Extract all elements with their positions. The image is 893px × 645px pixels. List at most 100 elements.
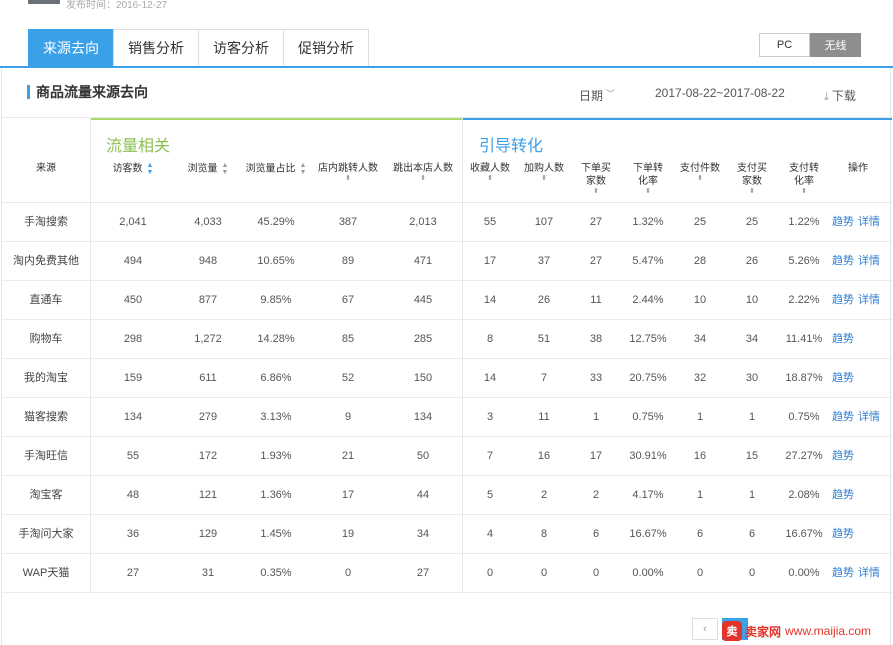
sort-icon[interactable]: ⬍ <box>384 175 462 183</box>
sort-icon[interactable]: ⬍ <box>726 188 778 196</box>
sort-icon[interactable]: ⬍ <box>674 175 726 183</box>
sort-icon[interactable]: ⬍ <box>778 188 830 196</box>
column-header-order-buyers[interactable]: 下单买家数 ⬍ <box>570 162 622 196</box>
column-header-ops: 操作 <box>830 162 886 175</box>
table-row: 手淘旺信 55 172 1.93% 21 50 7 16 17 30.91% 16 15 27.27% 趋… <box>2 437 892 476</box>
tab-visitors[interactable]: 访客分析 <box>198 29 284 66</box>
pv-share-cell: 9.85% <box>260 294 292 306</box>
sort-icon[interactable]: ▲ ▼ <box>145 162 154 176</box>
detail-link[interactable]: 详情 <box>858 567 880 579</box>
wireless-toggle-button[interactable]: 无线 <box>810 33 861 57</box>
pageviews-cell: 129 <box>198 528 218 540</box>
sort-icon[interactable]: ⬍ <box>622 188 674 196</box>
trend-link[interactable]: 趋势 <box>832 528 854 540</box>
paid-items-cell: 10 <box>693 294 707 306</box>
order-buyers-cell: 27 <box>589 216 603 228</box>
download-icon: ⤓ <box>824 91 829 103</box>
detail-link[interactable]: 详情 <box>858 216 880 228</box>
source-cell: 手淘旺信 <box>24 450 68 462</box>
pageviews-cell: 611 <box>199 372 217 384</box>
detail-link[interactable]: 详情 <box>858 411 880 423</box>
traffic-group-title: 流量相关 <box>106 138 171 155</box>
in-store-jump-cell: 85 <box>341 333 355 345</box>
column-header-favorites[interactable]: 收藏人数 ⬍ <box>462 162 518 183</box>
traffic-panel: 商品流量来源去向 日期 ﹀ 2017-08-22~2017-08-22 ⤓ 下载 … <box>1 68 892 645</box>
detail-link[interactable]: 详情 <box>858 294 880 306</box>
sort-icon[interactable]: ▲ ▼ <box>220 162 229 176</box>
exit-cell: 471 <box>413 255 433 267</box>
paid-buyers-cell: 30 <box>745 372 759 384</box>
date-dropdown[interactable]: 日期 <box>579 87 603 104</box>
pv-share-cell: 10.65% <box>257 255 295 267</box>
prev-page-button[interactable]: ‹ <box>692 618 718 640</box>
column-header-label: 来源 <box>36 163 56 174</box>
paid-items-cell: 34 <box>693 333 707 345</box>
column-header-exit[interactable]: 跳出本店人数 ⬍ <box>384 162 462 183</box>
exit-cell: 27 <box>416 567 430 579</box>
column-header-paid-buyers[interactable]: 支付买家数 ⬍ <box>726 162 778 196</box>
date-range[interactable]: 2017-08-22~2017-08-22 <box>655 86 785 100</box>
device-toggle: PC 无线 <box>759 33 861 57</box>
order-buyers-cell: 2 <box>592 489 600 501</box>
pageviews-cell: 121 <box>198 489 218 501</box>
in-store-jump-cell: 9 <box>344 411 352 423</box>
favorites-cell: 14 <box>483 294 497 306</box>
visitors-cell: 298 <box>123 333 143 345</box>
trend-link[interactable]: 趋势 <box>832 489 854 501</box>
table-row: 我的淘宝 159 611 6.86% 52 150 14 7 33 20.75% 32 30 18.87… <box>2 359 892 398</box>
source-cell: 猫客搜索 <box>24 411 68 423</box>
exit-cell: 150 <box>413 372 433 384</box>
order-conv-cell: 4.17% <box>632 489 664 501</box>
column-header-add-cart[interactable]: 加购人数 ⬍ <box>518 162 570 183</box>
tab-sales[interactable]: 销售分析 <box>113 29 199 66</box>
column-header-paid-items[interactable]: 支付件数 ⬍ <box>674 162 726 183</box>
paid-buyers-cell: 25 <box>745 216 759 228</box>
order-conv-cell: 5.47% <box>632 255 664 267</box>
paid-items-cell: 1 <box>696 489 704 501</box>
exit-cell: 445 <box>413 294 433 306</box>
trend-link[interactable]: 趋势 <box>832 333 854 345</box>
trend-link[interactable]: 趋势 <box>832 411 854 423</box>
trend-link[interactable]: 趋势 <box>832 450 854 462</box>
column-header-visitors[interactable]: 访客数 ▲ ▼ <box>90 162 176 176</box>
column-header-in-store-jump[interactable]: 店内跳转人数 ⬍ <box>312 162 384 183</box>
pay-conv-cell: 1.22% <box>788 216 820 228</box>
tab-promotion[interactable]: 促销分析 <box>283 29 369 66</box>
sort-icon[interactable]: ⬍ <box>518 175 570 183</box>
column-header-pv-share[interactable]: 浏览量占比 ▲ ▼ <box>240 162 312 176</box>
pageviews-cell: 1,272 <box>194 333 222 345</box>
trend-link[interactable]: 趋势 <box>832 372 854 384</box>
table-row: 猫客搜索 134 279 3.13% 9 134 3 11 1 0.75% 1 1 0.75% 趋势 详情 <box>2 398 892 437</box>
column-header-pageviews[interactable]: 浏览量 ▲ ▼ <box>176 162 240 176</box>
trend-link[interactable]: 趋势 <box>832 567 854 579</box>
trend-link[interactable]: 趋势 <box>832 216 854 228</box>
chevron-down-icon[interactable]: ﹀ <box>606 87 615 100</box>
column-header-order-conv[interactable]: 下单转化率 ⬍ <box>622 162 674 196</box>
order-buyers-cell: 1 <box>592 411 600 423</box>
table-row: 直通车 450 877 9.85% 67 445 14 26 11 2.44% 10 10 2.22% 趋… <box>2 281 892 320</box>
column-header-source: 来源 <box>2 162 90 175</box>
sort-icon[interactable]: ⬍ <box>312 175 384 183</box>
pc-toggle-button[interactable]: PC <box>759 33 810 57</box>
sort-icon[interactable]: ▲ ▼ <box>298 162 307 176</box>
paid-buyers-cell: 0 <box>748 567 756 579</box>
order-conv-cell: 1.32% <box>632 216 664 228</box>
favorites-cell: 55 <box>483 216 497 228</box>
exit-cell: 34 <box>416 528 430 540</box>
tab-source[interactable]: 来源去向 <box>28 29 114 66</box>
detail-link[interactable]: 详情 <box>858 255 880 267</box>
in-store-jump-cell: 21 <box>341 450 355 462</box>
trend-link[interactable]: 趋势 <box>832 294 854 306</box>
sort-icon[interactable]: ⬍ <box>570 188 622 196</box>
order-conv-cell: 20.75% <box>629 372 667 384</box>
row-actions: 趋势 详情 <box>832 281 884 320</box>
visitors-cell: 450 <box>123 294 143 306</box>
trend-link[interactable]: 趋势 <box>832 255 854 267</box>
source-cell: 手淘搜索 <box>24 216 68 228</box>
pageviews-cell: 172 <box>198 450 218 462</box>
sort-icon[interactable]: ⬍ <box>462 175 518 183</box>
download-button[interactable]: ⤓ 下载 <box>824 87 856 104</box>
column-header-pay-conv[interactable]: 支付转化率 ⬍ <box>778 162 830 196</box>
pageviews-cell: 31 <box>201 567 215 579</box>
table-row: 淘内免费其他 494 948 10.65% 89 471 17 37 27 5.47% 28 26 5.… <box>2 242 892 281</box>
